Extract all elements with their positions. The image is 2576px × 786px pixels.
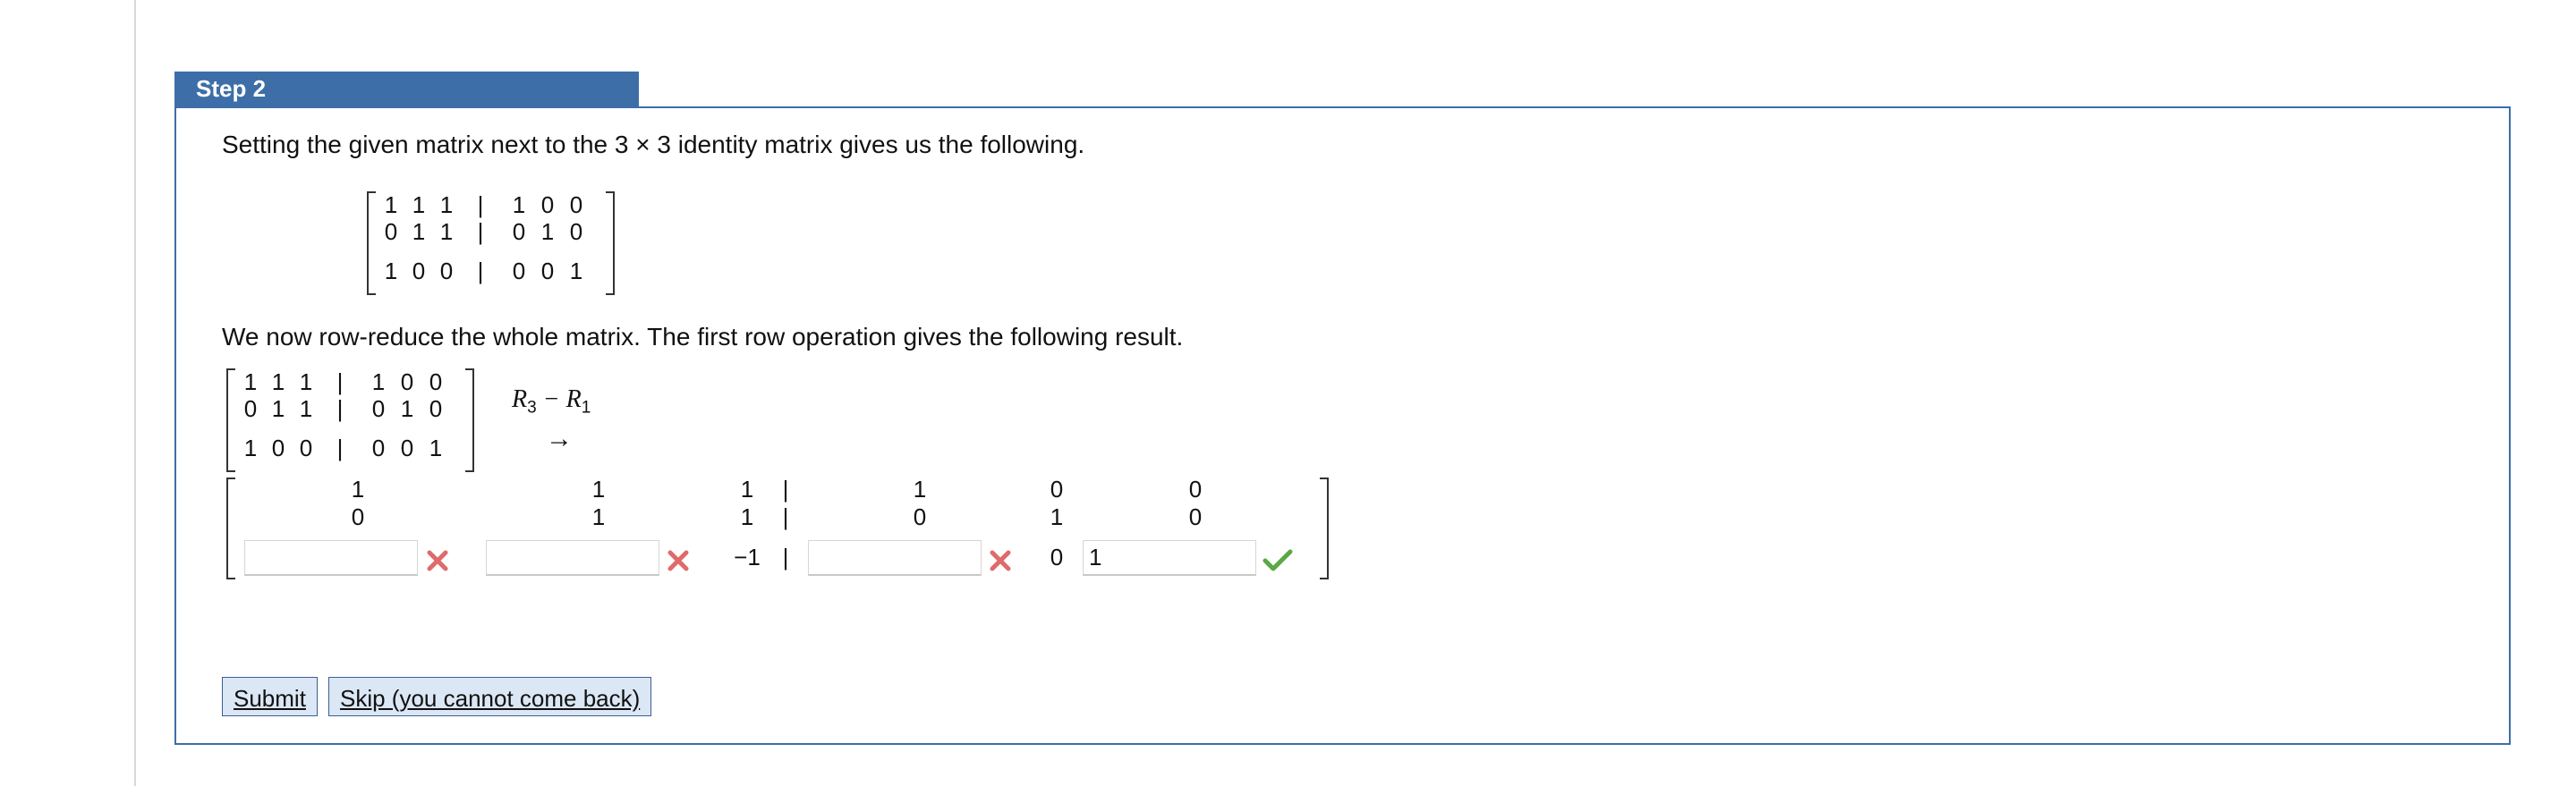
matrix-cell: 1 — [412, 191, 426, 218]
matrix-cell: 0 — [540, 258, 555, 284]
matrix-cell: 1 — [243, 368, 258, 395]
left-bracket — [226, 478, 235, 579]
matrix-cell: 0 — [429, 368, 443, 395]
matrix-cell: 0 — [400, 435, 414, 461]
matrix-cell: 0 — [429, 395, 443, 422]
matrix-cell: 1 — [540, 218, 555, 245]
matrix-cell: 1 — [384, 191, 398, 218]
result-cell: 1 — [740, 476, 754, 503]
right-bracket — [1320, 478, 1329, 579]
left-bracket — [226, 368, 235, 472]
matrix-divider: | — [477, 191, 484, 218]
matrix-cell: 1 — [271, 368, 285, 395]
matrix-divider: | — [336, 435, 344, 461]
page-left-border — [134, 0, 136, 786]
augmented-matrix: 1 1 1 | 1 0 0 0 1 1 | 0 1 0 1 0 0 | 0 0 … — [367, 191, 615, 295]
correct-check-icon — [1262, 549, 1293, 571]
right-arrow-icon: → — [546, 424, 573, 453]
result-cell: 0 — [1050, 476, 1064, 503]
result-cell: 1 — [740, 503, 754, 530]
matrix-cell: 0 — [371, 435, 386, 461]
incorrect-x-icon — [667, 550, 689, 571]
right-bracket — [465, 368, 474, 472]
matrix-cell: 0 — [299, 435, 313, 461]
matrix-divider: | — [477, 258, 484, 284]
matrix-cell: 0 — [512, 218, 526, 245]
result-cell: 0 — [351, 503, 365, 530]
incorrect-x-icon — [427, 550, 448, 571]
left-bracket — [367, 191, 376, 295]
answer-input-r3c2[interactable] — [486, 540, 659, 576]
op-r: R — [512, 385, 528, 413]
matrix-cell: 0 — [271, 435, 285, 461]
result-cell: 1 — [591, 503, 606, 530]
right-bracket — [606, 191, 615, 295]
result-divider: | — [782, 476, 789, 503]
matrix-cell: 1 — [384, 258, 398, 284]
matrix-cell: 0 — [371, 395, 386, 422]
matrix-divider: | — [477, 218, 484, 245]
result-cell: 0 — [1050, 544, 1064, 570]
matrix-cell: 1 — [371, 368, 386, 395]
reduce-text: We now row-reduce the whole matrix. The … — [222, 323, 1184, 351]
result-cell: 1 — [351, 476, 365, 503]
result-divider: | — [782, 544, 789, 570]
matrix-cell: 1 — [299, 395, 313, 422]
matrix-cell: 1 — [271, 395, 285, 422]
matrix-cell: 0 — [512, 258, 526, 284]
matrix-cell: 1 — [512, 191, 526, 218]
matrix-cell: 0 — [439, 258, 454, 284]
row-operation-label: R3 − R1 — [512, 385, 591, 418]
matrix-cell: 1 — [412, 218, 426, 245]
matrix-cell: 0 — [412, 258, 426, 284]
answer-input-r3c4[interactable] — [808, 540, 982, 576]
matrix-divider: | — [336, 368, 344, 395]
matrix-cell: 0 — [400, 368, 414, 395]
step-title: Step 2 — [174, 72, 639, 108]
result-cell: 0 — [1188, 476, 1203, 503]
answer-input-r3c6[interactable] — [1083, 540, 1256, 576]
matrix-cell: 1 — [439, 218, 454, 245]
matrix-cell: 1 — [400, 395, 414, 422]
matrix-cell: 0 — [384, 218, 398, 245]
result-cell: −1 — [734, 544, 761, 570]
matrix-cell: 1 — [299, 368, 313, 395]
matrix-cell: 1 — [243, 435, 258, 461]
matrix-cell: 1 — [429, 435, 443, 461]
answer-input-r3c1[interactable] — [244, 540, 418, 576]
matrix-cell: 1 — [439, 191, 454, 218]
result-cell: 1 — [1050, 503, 1064, 530]
result-divider: | — [782, 503, 789, 530]
matrix-cell: 0 — [540, 191, 555, 218]
matrix-divider: | — [336, 395, 344, 422]
matrix-cell: 1 — [569, 258, 583, 284]
submit-button[interactable]: Submit — [222, 677, 318, 716]
incorrect-x-icon — [990, 550, 1011, 571]
matrix-cell: 0 — [569, 191, 583, 218]
result-cell: 1 — [591, 476, 606, 503]
op-sub-1: 1 — [581, 398, 591, 418]
augmented-matrix-before: 1 1 1 | 1 0 0 0 1 1 | 0 1 0 1 0 0 | 0 0 … — [226, 368, 474, 472]
op-minus-r: − R — [536, 385, 582, 413]
result-cell: 1 — [913, 476, 927, 503]
result-cell: 0 — [913, 503, 927, 530]
matrix-cell: 0 — [569, 218, 583, 245]
result-cell: 0 — [1188, 503, 1203, 530]
op-sub-3: 3 — [527, 398, 537, 418]
matrix-cell: 0 — [243, 395, 258, 422]
intro-text: Setting the given matrix next to the 3 ×… — [222, 131, 1085, 158]
skip-button[interactable]: Skip (you cannot come back) — [328, 677, 652, 716]
